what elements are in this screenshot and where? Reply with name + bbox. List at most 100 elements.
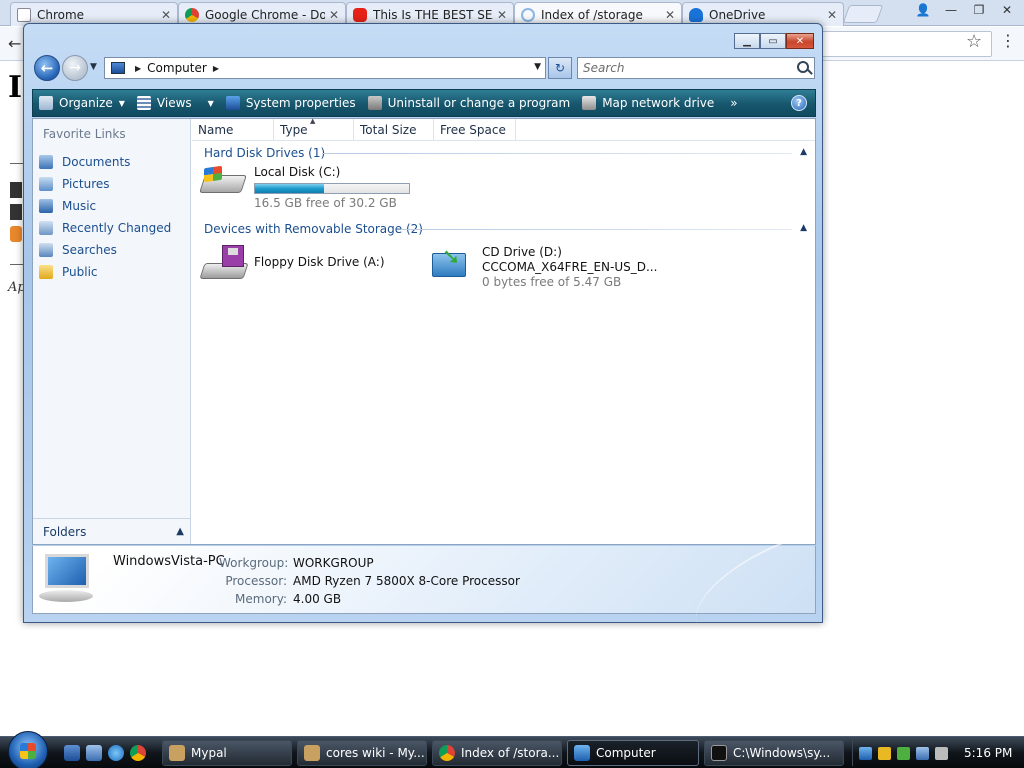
sort-arrow-icon: ▲: [310, 117, 316, 125]
chrome-icon[interactable]: [130, 745, 146, 761]
recent-pages-dropdown[interactable]: ▼: [90, 62, 97, 72]
column-label: Total Size: [360, 122, 417, 137]
tab-title: Chrome: [37, 7, 85, 22]
taskbar-task-active[interactable]: Computer: [567, 740, 699, 766]
chevron-right-icon[interactable]: ▶: [213, 64, 219, 73]
internet-explorer-icon[interactable]: [108, 745, 124, 761]
chevron-down-icon: ▼: [207, 98, 214, 108]
security-shield-icon[interactable]: [878, 746, 891, 760]
group-header-removable[interactable]: Devices with Removable Storage (2): [204, 221, 423, 237]
column-header-total-size[interactable]: Total Size: [354, 119, 434, 140]
pictures-icon: [39, 177, 53, 191]
group-divider: [402, 229, 792, 230]
close-icon[interactable]: ✕: [665, 8, 675, 22]
breadcrumb[interactable]: Computer: [147, 61, 207, 75]
bookmark-star-icon[interactable]: ☆: [966, 31, 982, 52]
programs-icon: [367, 96, 382, 110]
minimize-icon[interactable]: —: [938, 0, 964, 20]
taskbar-task[interactable]: cores wiki - My...: [297, 740, 427, 766]
address-dropdown-icon[interactable]: ▼: [534, 62, 541, 72]
back-arrow-icon[interactable]: ←: [8, 34, 21, 53]
window-caption-buttons: ▁ ▭ ✕: [734, 33, 814, 49]
minimize-button[interactable]: ▁: [734, 33, 760, 49]
uninstall-program-button[interactable]: Uninstall or change a program: [362, 90, 577, 116]
taskbar-task[interactable]: Mypal: [162, 740, 292, 766]
network-icon[interactable]: [916, 746, 929, 760]
help-icon[interactable]: ?: [791, 95, 807, 111]
folder-icon: [39, 265, 53, 279]
drive-item-d[interactable]: ➘ CD Drive (D:) CCCOMA_X64FRE_EN-US_D...…: [428, 245, 657, 290]
volume-muted-icon[interactable]: [935, 746, 948, 760]
favorite-link-documents[interactable]: Documents: [39, 151, 171, 173]
page-heading: I: [8, 70, 23, 105]
search-box[interactable]: [577, 57, 815, 79]
details-value: AMD Ryzen 7 5800X 8-Core Processor: [293, 574, 520, 588]
start-button[interactable]: [8, 731, 48, 768]
menu-icon[interactable]: ⋮: [1000, 31, 1016, 50]
organize-button[interactable]: Organize ▼: [33, 90, 131, 116]
group-header-hard-disk[interactable]: Hard Disk Drives (1): [204, 145, 325, 161]
user-icon[interactable]: 👤: [910, 0, 936, 20]
favorite-label: Music: [62, 199, 97, 213]
computer-icon: [37, 554, 95, 606]
navigation-pane: Favorite Links Documents Pictures Music …: [33, 119, 191, 544]
search-icon[interactable]: [797, 61, 809, 73]
refresh-button[interactable]: ↻: [548, 57, 572, 79]
close-icon[interactable]: ✕: [497, 8, 507, 22]
show-desktop-icon[interactable]: [64, 745, 80, 761]
folders-label: Folders: [43, 524, 87, 539]
back-button[interactable]: ←: [34, 55, 60, 81]
favorite-link-pictures[interactable]: Pictures: [39, 173, 171, 195]
close-icon[interactable]: ✕: [994, 0, 1020, 20]
map-network-drive-button[interactable]: Map network drive: [576, 90, 720, 116]
chevron-right-icon[interactable]: ▶: [135, 64, 141, 73]
film-icon[interactable]: [10, 204, 22, 220]
task-label: Mypal: [191, 746, 227, 760]
close-icon[interactable]: ✕: [827, 8, 837, 22]
recent-icon: [39, 221, 53, 235]
switch-windows-icon[interactable]: [86, 745, 102, 761]
loading-icon: [521, 7, 535, 22]
collapse-icon[interactable]: ▲: [800, 147, 807, 157]
search-input[interactable]: [578, 58, 778, 78]
network-drive-icon: [582, 96, 597, 110]
taskbar-task[interactable]: C:\Windows\sy...: [704, 740, 844, 766]
group-divider: [322, 153, 792, 154]
column-header-free-space[interactable]: Free Space: [434, 119, 516, 140]
collapse-icon[interactable]: ▲: [800, 223, 807, 233]
maximize-button[interactable]: ▭: [760, 33, 786, 49]
clock[interactable]: 5:16 PM: [964, 746, 1012, 760]
drive-free-space: 0 bytes free of 5.47 GB: [482, 275, 622, 289]
close-button[interactable]: ✕: [786, 33, 814, 49]
drive-item-a[interactable]: Floppy Disk Drive (A:): [199, 245, 385, 285]
system-properties-button[interactable]: System properties: [220, 90, 362, 116]
column-header-type[interactable]: ▲ Type: [274, 117, 354, 140]
forward-button[interactable]: →: [62, 55, 88, 81]
address-bar[interactable]: ▶ Computer ▶ ▼: [104, 57, 546, 79]
close-icon[interactable]: ✕: [161, 8, 171, 22]
new-tab-button[interactable]: [842, 5, 884, 23]
favorite-link-public[interactable]: Public: [39, 261, 171, 283]
music-icon: [39, 199, 53, 213]
favorite-link-recently-changed[interactable]: Recently Changed: [39, 217, 171, 239]
close-icon[interactable]: ✕: [329, 8, 339, 22]
back-icon[interactable]: [10, 182, 22, 198]
decorative-swoosh: [680, 537, 810, 627]
folders-toggle[interactable]: Folders ▲: [33, 518, 190, 544]
more-commands-button[interactable]: »: [724, 90, 743, 116]
command-prompt-icon: [711, 745, 727, 761]
favorite-link-music[interactable]: Music: [39, 195, 171, 217]
checkmark-icon[interactable]: [897, 746, 910, 760]
taskbar-task[interactable]: Index of /stora...: [432, 740, 562, 766]
archive-icon[interactable]: [10, 226, 22, 242]
searches-icon: [39, 243, 53, 257]
favorite-link-searches[interactable]: Searches: [39, 239, 171, 261]
restore-icon[interactable]: ❐: [966, 0, 992, 20]
drive-item-c[interactable]: Local Disk (C:) 16.5 GB free of 30.2 GB: [199, 165, 410, 211]
column-header-name[interactable]: Name: [192, 119, 274, 140]
views-button[interactable]: Views ▼: [131, 90, 220, 116]
details-pane: WindowsVista-PC Workgroup: WORKGROUP Pro…: [32, 537, 816, 627]
mypal-icon: [169, 745, 185, 761]
task-label: C:\Windows\sy...: [733, 746, 831, 760]
windows-sidebar-icon[interactable]: [859, 746, 872, 760]
